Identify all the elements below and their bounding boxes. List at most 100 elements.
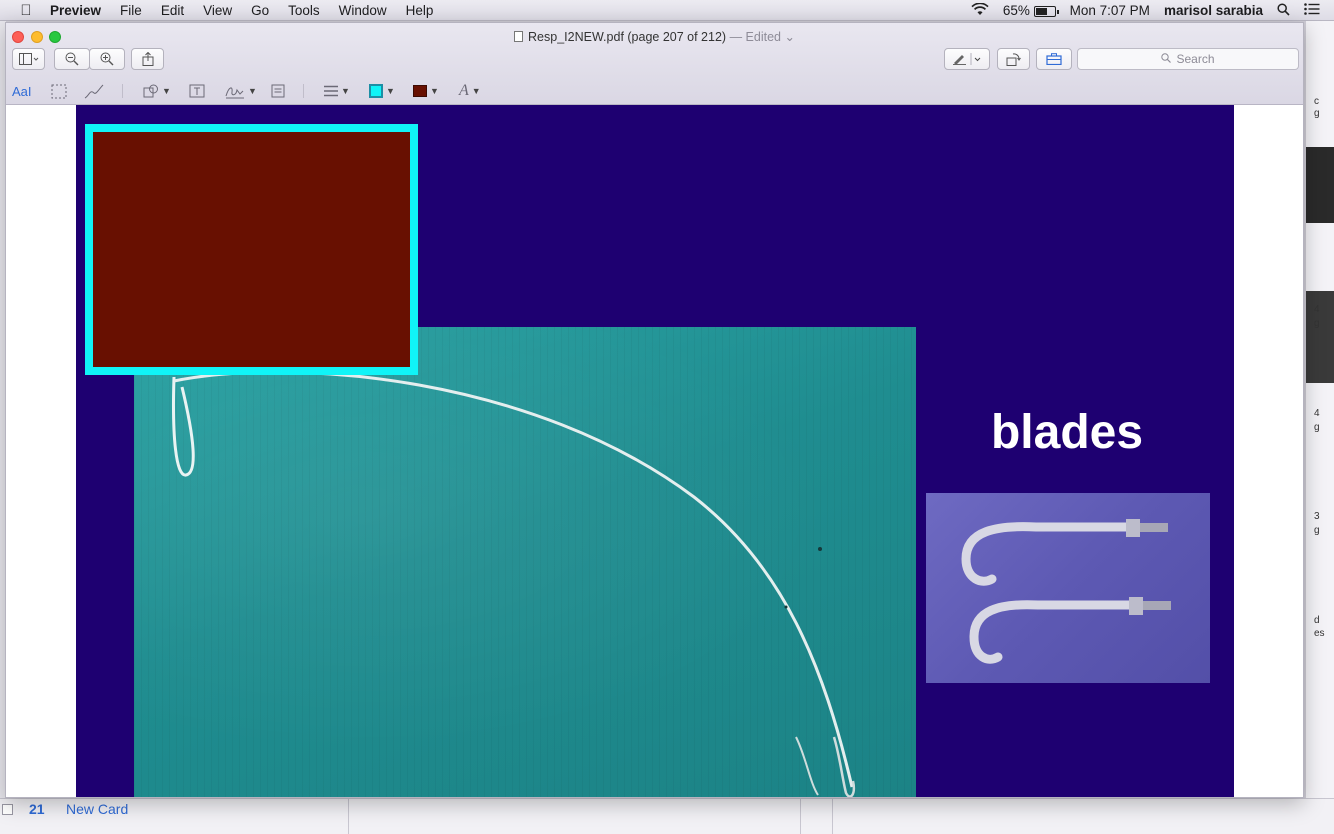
menu-bar:  Preview File Edit View Go Tools Window… — [0, 0, 1334, 21]
sidebar-icon — [18, 53, 38, 65]
zoom-out-icon — [65, 52, 79, 66]
toolbox-icon — [1046, 53, 1062, 65]
pen-tip-icon — [953, 53, 981, 65]
clock[interactable]: Mon 7:07 PM — [1070, 3, 1150, 18]
background-thumbnail — [1306, 147, 1334, 223]
pdf-document-icon — [514, 31, 524, 42]
sketch-icon — [84, 84, 104, 98]
battery-icon — [1033, 5, 1059, 17]
chevron-down-icon: ▼ — [341, 86, 350, 96]
rotate-icon — [1006, 52, 1021, 66]
document-canvas[interactable]: blades — [18, 105, 1303, 797]
column-divider — [800, 799, 801, 834]
text-selection-tool[interactable]: AaI — [12, 82, 32, 100]
markup-toolbar: AaI ▼ ▼ ▼ ▼ ▼ A ▼ — [6, 77, 1303, 105]
rectangular-selection-icon — [51, 84, 67, 98]
toolbar-separator — [122, 84, 123, 98]
column-divider — [348, 799, 349, 834]
new-card-link[interactable]: New Card — [66, 801, 128, 817]
markup-toolbar-toggle-button[interactable] — [944, 48, 990, 70]
border-color-swatch — [369, 84, 383, 98]
fill-color-swatch — [413, 85, 427, 97]
note-icon — [271, 84, 285, 98]
apple-icon[interactable]:  — [17, 2, 35, 19]
card-number[interactable]: 21 — [29, 801, 45, 817]
preview-window: Resp_I2NEW.pdf (page 207 of 212) — Edite… — [5, 22, 1304, 798]
spotlight-search-icon[interactable] — [1277, 2, 1290, 19]
shape-style-tool[interactable]: ▼ — [324, 82, 350, 100]
sketch-tool[interactable] — [84, 82, 104, 100]
menu-file[interactable]: File — [120, 3, 142, 18]
chevron-down-icon: ▼ — [430, 86, 439, 96]
rotate-button[interactable] — [997, 48, 1030, 70]
battery-status[interactable]: 65% — [1002, 3, 1059, 18]
chevron-down-icon: ▼ — [386, 86, 395, 96]
background-text-fragment: 3 — [1314, 511, 1320, 522]
text-box-tool[interactable] — [189, 82, 205, 100]
background-text-fragment: g — [1314, 525, 1320, 536]
line-style-icon — [324, 85, 338, 97]
battery-percent: 65% — [1002, 3, 1030, 18]
text-box-icon — [189, 84, 205, 98]
card-checkbox[interactable] — [2, 804, 13, 815]
share-button[interactable] — [131, 48, 164, 70]
menu-view[interactable]: View — [203, 3, 232, 18]
share-icon — [142, 52, 153, 66]
border-color-tool[interactable]: ▼ — [369, 82, 395, 100]
menu-tools[interactable]: Tools — [288, 3, 320, 18]
background-text-fragment: 4 — [1314, 304, 1320, 315]
text-style-tool[interactable]: A ▼ — [459, 82, 481, 100]
background-text-fragment: g — [1314, 108, 1320, 119]
toolbox-button[interactable] — [1036, 48, 1072, 70]
background-app-right-edge: c g 4 g 4 g 3 g d es — [1306, 21, 1334, 834]
background-text-fragment: 4 — [1314, 408, 1320, 419]
background-text-fragment: es — [1314, 628, 1325, 639]
search-input[interactable]: Search — [1077, 48, 1299, 70]
notification-center-icon[interactable] — [1304, 3, 1320, 18]
sign-tool[interactable]: ▼ — [225, 82, 257, 100]
zoom-in-button[interactable] — [89, 48, 125, 70]
search-icon — [1161, 52, 1172, 66]
window-title[interactable]: Resp_I2NEW.pdf (page 207 of 212) — Edite… — [6, 29, 1303, 44]
menu-edit[interactable]: Edit — [161, 3, 184, 18]
catheter-on-drape-photo — [134, 327, 916, 797]
fill-color-tool[interactable]: ▼ — [413, 82, 439, 100]
background-text-fragment: g — [1314, 318, 1320, 329]
pdf-page-slide: blades — [76, 105, 1234, 797]
background-text-fragment: d — [1314, 615, 1320, 626]
chevron-down-icon: ▼ — [471, 86, 481, 96]
menu-window[interactable]: Window — [339, 3, 387, 18]
user-name[interactable]: marisol sarabia — [1164, 3, 1263, 18]
background-text-fragment: g — [1314, 422, 1320, 433]
sidebar-toggle-button[interactable] — [12, 48, 45, 70]
document-title: Resp_I2NEW.pdf (page 207 of 212) — [528, 30, 727, 44]
chevron-down-icon[interactable]: ⌄ — [784, 30, 794, 44]
note-tool[interactable] — [271, 82, 285, 100]
chevron-down-icon: ▼ — [248, 86, 257, 96]
background-thumbnail — [1306, 291, 1334, 383]
blades-photo — [926, 493, 1210, 683]
background-app-card-list — [0, 798, 1334, 834]
shapes-tool[interactable]: ▼ — [143, 82, 171, 100]
zoom-out-button[interactable] — [54, 48, 90, 70]
search-placeholder: Search — [1176, 52, 1215, 66]
column-divider — [832, 799, 833, 834]
text-style-icon: A — [459, 82, 469, 99]
wifi-icon[interactable] — [971, 2, 989, 19]
edited-status[interactable]: — Edited — [730, 30, 781, 44]
redaction-rectangle-annotation[interactable] — [85, 124, 418, 375]
laryngoscope-blades-graphic — [961, 519, 1171, 664]
menu-help[interactable]: Help — [406, 3, 434, 18]
rectangular-selection-tool[interactable] — [51, 82, 67, 100]
menu-app-name[interactable]: Preview — [50, 3, 101, 18]
chevron-down-icon: ▼ — [162, 86, 171, 96]
zoom-in-icon — [100, 52, 114, 66]
toolbar-separator — [303, 84, 304, 98]
background-text-fragment: c — [1314, 96, 1319, 107]
window-toolbar: Resp_I2NEW.pdf (page 207 of 212) — Edite… — [6, 23, 1303, 105]
blades-caption: blades — [990, 406, 1144, 459]
signature-icon — [225, 86, 244, 98]
shapes-icon — [143, 84, 158, 98]
catheter-wire-graphic — [172, 370, 855, 797]
menu-go[interactable]: Go — [251, 3, 269, 18]
